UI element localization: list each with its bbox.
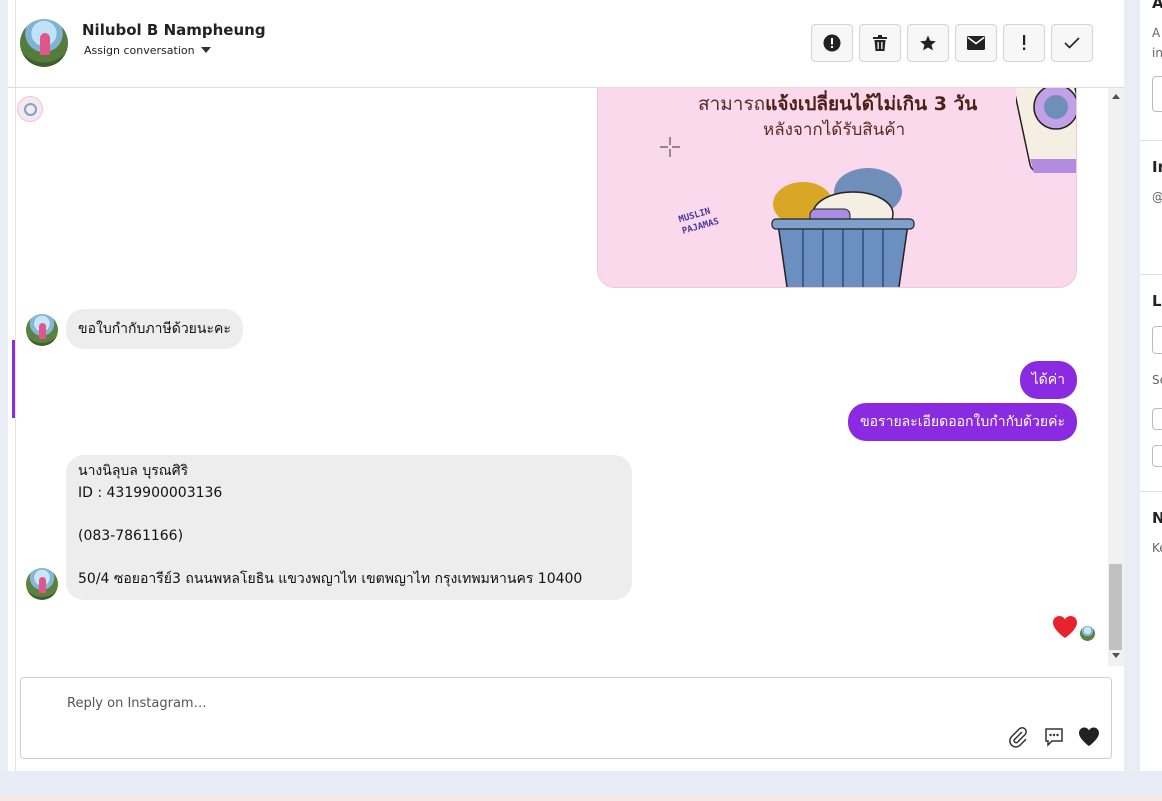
image-text-line2: หลังจากได้รับสินค้า	[763, 120, 906, 140]
sidebar-divider	[1140, 274, 1162, 275]
contact-avatar-small	[26, 314, 58, 346]
message-list[interactable]: สามารถแจ้งเปลี่ยนได้ไม่เกิน 3 วัน หลังจา…	[8, 88, 1124, 666]
incoming-message[interactable]: ขอใบกำกับภาษีด้วยนะคะ	[66, 309, 243, 349]
assign-conversation-label: Assign conversation	[84, 44, 195, 57]
sidebar-checkbox[interactable]	[1152, 408, 1162, 430]
sidebar-field[interactable]	[1152, 326, 1162, 354]
delete-button[interactable]	[859, 24, 901, 62]
envelope-icon	[967, 36, 985, 50]
page-bottom-strip	[0, 795, 1162, 801]
sidebar-divider	[1140, 140, 1162, 141]
scrollbar-thumb[interactable]	[1109, 564, 1122, 650]
reaction-avatar	[1080, 626, 1095, 641]
scroll-down-arrow[interactable]	[1112, 653, 1120, 658]
mark-done-button[interactable]	[1051, 24, 1093, 62]
conversation-toolbar	[811, 24, 1093, 62]
sidebar-checkbox[interactable]	[1152, 445, 1162, 467]
speech-bubble-icon[interactable]	[1043, 726, 1065, 748]
paperclip-icon[interactable]	[1007, 726, 1029, 748]
page-logo-avatar	[17, 96, 43, 122]
sidebar-text: A	[1152, 26, 1161, 40]
detergent-illustration	[1016, 88, 1076, 174]
star-icon	[920, 35, 936, 51]
heart-icon[interactable]	[1078, 726, 1100, 748]
sidebar-text: in	[1152, 46, 1162, 60]
star-button[interactable]	[907, 24, 949, 62]
sidebar-section-title: A	[1152, 0, 1162, 12]
sidebar-text: @	[1152, 190, 1162, 204]
reply-input[interactable]	[67, 692, 967, 714]
sidebar-section-title: L	[1152, 292, 1162, 310]
outgoing-message[interactable]: ขอรายละเอียดออกใบกำกับด้วยค่ะ	[848, 403, 1077, 441]
exclamation-icon	[1023, 35, 1026, 50]
sidebar-text: Ke	[1152, 541, 1162, 555]
sidebar-section-title: In	[1152, 158, 1162, 176]
contact-avatar-small	[26, 568, 58, 600]
conversation-header: Nilubol B Nampheung Assign conversation	[8, 0, 1124, 88]
sidebar-divider	[1140, 491, 1162, 492]
trash-icon	[873, 35, 887, 51]
sidebar-section-title: N	[1152, 509, 1162, 527]
contact-name[interactable]: Nilubol B Nampheung	[82, 21, 266, 39]
sparkle-icon	[660, 137, 680, 157]
flag-spam-button[interactable]	[811, 24, 853, 62]
details-sidebar: A A in In @ L Se N Ke	[1140, 0, 1162, 771]
image-text-line1: สามารถแจ้งเปลี่ยนได้ไม่เกิน 3 วัน	[698, 93, 978, 115]
sidebar-button[interactable]	[1152, 76, 1162, 112]
image-message[interactable]: สามารถแจ้งเปลี่ยนได้ไม่เกิน 3 วัน หลังจา…	[597, 88, 1077, 288]
assign-conversation-dropdown[interactable]: Assign conversation	[84, 44, 211, 57]
conversation-panel: Nilubol B Nampheung Assign conversation	[8, 0, 1124, 771]
sidebar-text: Se	[1152, 373, 1162, 387]
mark-unread-button[interactable]	[955, 24, 997, 62]
brand-text: MUSLIN PAJAMAS	[677, 206, 721, 237]
scroll-up-arrow[interactable]	[1112, 94, 1120, 99]
caret-down-icon	[200, 47, 211, 53]
outgoing-message[interactable]: ได้ค่า	[1019, 361, 1077, 399]
contact-avatar[interactable]	[20, 19, 68, 67]
alert-circle-icon	[823, 34, 841, 52]
incoming-message[interactable]: นางนิลุบล บุรณศิริ ID : 4319900003136 (0…	[66, 455, 632, 600]
heart-reaction-icon	[1053, 616, 1077, 638]
check-icon	[1064, 37, 1080, 49]
laundry-basket-illustration	[771, 168, 915, 287]
priority-button[interactable]	[1003, 24, 1045, 62]
reply-box	[20, 677, 1112, 759]
